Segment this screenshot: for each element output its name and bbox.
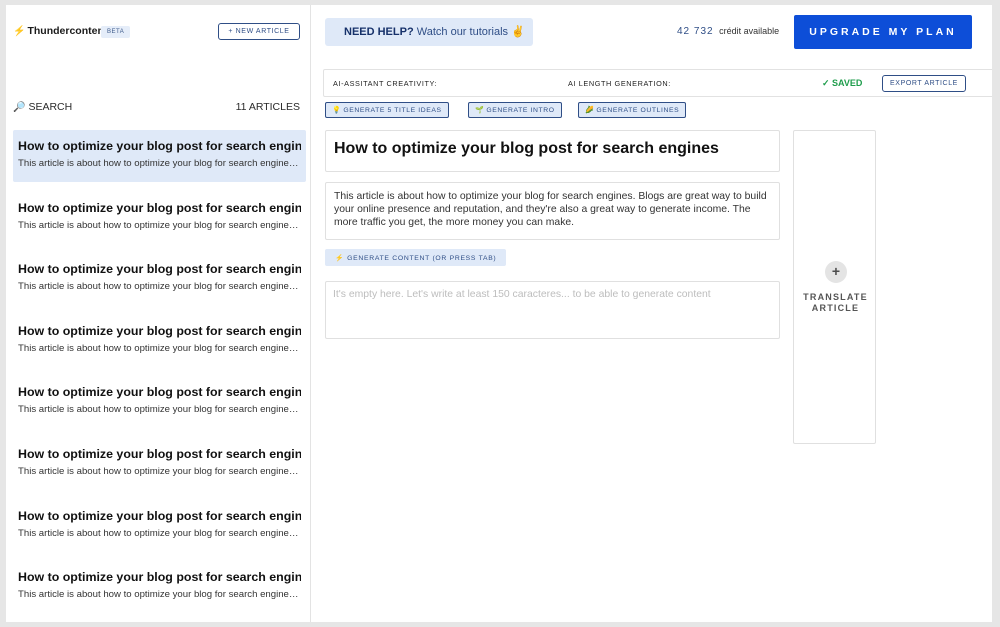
article-excerpt: This article is about how to optimize yo…	[18, 404, 301, 416]
article-list-item[interactable]: How to optimize your blog post for searc…	[13, 192, 306, 254]
help-link-text: Watch our tutorials ✌	[416, 26, 525, 38]
generate-content-button[interactable]: ⚡ GENERATE CONTENT (OR PRESS TAB)	[325, 249, 507, 266]
search-label: SEARCH	[28, 101, 73, 113]
article-list-item[interactable]: How to optimize your blog post for searc…	[13, 315, 306, 377]
creativity-setting[interactable]: AI-ASSITANT CREATIVITY:	[333, 79, 437, 88]
corn-icon: 🌽	[585, 107, 595, 114]
magnifier-icon: 🔎	[13, 101, 26, 113]
credits-value: 42 732	[677, 26, 714, 37]
article-list-item[interactable]: How to optimize your blog post for searc…	[13, 500, 306, 562]
search-field[interactable]: 🔎 SEARCH	[13, 101, 72, 113]
article-excerpt: This article is about how to optimize yo…	[18, 527, 301, 539]
lightbulb-icon: 💡	[332, 107, 342, 114]
generate-outlines-label: GENERATE OUTLINES	[596, 107, 680, 114]
articles-count: 11 ARTICLES	[235, 101, 300, 113]
article-intro-input[interactable]: This article is about how to optimize yo…	[325, 182, 780, 240]
generate-intro-label: GENERATE INTRO	[486, 107, 555, 114]
help-banner[interactable]: NEED HELP? Watch our tutorials ✌	[325, 18, 533, 46]
saved-status: ✓ SAVED	[822, 78, 863, 88]
article-title: How to optimize your blog post for searc…	[18, 385, 301, 400]
translate-article-panel[interactable]: + TRANSLATE ARTICLE	[793, 130, 876, 444]
article-list-item[interactable]: How to optimize your blog post for searc…	[13, 253, 306, 315]
article-excerpt: This article is about how to optimize yo…	[18, 342, 301, 354]
length-setting[interactable]: AI LENGTH GENERATION:	[568, 79, 671, 88]
help-strong-text: NEED HELP?	[344, 26, 414, 38]
brand-logo[interactable]: ⚡ Thundercontent	[13, 25, 107, 37]
article-content-input[interactable]: It's empty here. Let's write at least 15…	[325, 281, 780, 339]
upgrade-plan-button[interactable]: UPGRADE MY PLAN	[794, 15, 972, 49]
article-title: How to optimize your blog post for searc…	[18, 570, 301, 585]
generate-title-ideas-label: GENERATE 5 TITLE IDEAS	[343, 107, 442, 114]
article-title: How to optimize your blog post for searc…	[18, 262, 301, 277]
article-excerpt: This article is about how to optimize yo…	[18, 465, 301, 477]
article-list-item[interactable]: How to optimize your blog post for searc…	[13, 438, 306, 500]
ai-settings-bar: AI-ASSITANT CREATIVITY: AI LENGTH GENERA…	[323, 69, 992, 97]
article-list-item-selected[interactable]: How to optimize your blog post for searc…	[13, 130, 306, 182]
generate-content-label: GENERATE CONTENT (OR PRESS TAB)	[347, 254, 497, 262]
generate-outlines-button[interactable]: 🌽 GENERATE OUTLINES	[578, 102, 687, 118]
article-title: How to optimize your blog post for searc…	[18, 446, 301, 461]
article-list: How to optimize your blog post for searc…	[13, 130, 306, 622]
article-excerpt: This article is about how to optimize yo…	[18, 219, 301, 231]
generate-intro-button[interactable]: 🌱 GENERATE INTRO	[468, 102, 562, 118]
credits-info: 42 732 crédit available	[677, 26, 779, 37]
sidebar: ⚡ Thundercontent BETA + NEW ARTICLE 🔎 SE…	[6, 5, 311, 622]
new-article-button[interactable]: + NEW ARTICLE	[218, 23, 300, 40]
lightning-icon: ⚡	[13, 25, 26, 37]
export-article-button[interactable]: EXPORT ARTICLE	[882, 75, 966, 92]
lightning-icon: ⚡	[335, 254, 345, 262]
article-title: How to optimize your blog post for searc…	[18, 200, 301, 215]
article-title: How to optimize your blog post for searc…	[18, 508, 301, 523]
plus-icon[interactable]: +	[825, 261, 847, 283]
article-excerpt: This article is about how to optimize yo…	[18, 589, 301, 601]
article-list-item[interactable]: How to optimize your blog post for searc…	[13, 561, 306, 622]
sprout-icon: 🌱	[475, 107, 485, 114]
generate-title-ideas-button[interactable]: 💡 GENERATE 5 TITLE IDEAS	[325, 102, 449, 118]
app-window: ⚡ Thundercontent BETA + NEW ARTICLE 🔎 SE…	[6, 5, 992, 622]
article-excerpt: This article is about how to optimize yo…	[18, 281, 301, 293]
brand-name: Thundercontent	[27, 25, 108, 37]
article-title: How to optimize your blog post for searc…	[18, 323, 301, 338]
article-title-input[interactable]: How to optimize your blog post for searc…	[325, 130, 780, 172]
article-title: How to optimize your blog post for searc…	[18, 139, 301, 153]
credits-text: crédit available	[719, 26, 780, 36]
article-excerpt: This article is about how to optimize yo…	[18, 158, 301, 169]
article-list-item[interactable]: How to optimize your blog post for searc…	[13, 376, 306, 438]
translate-article-label: TRANSLATE ARTICLE	[803, 292, 868, 313]
beta-badge: BETA	[101, 26, 131, 38]
